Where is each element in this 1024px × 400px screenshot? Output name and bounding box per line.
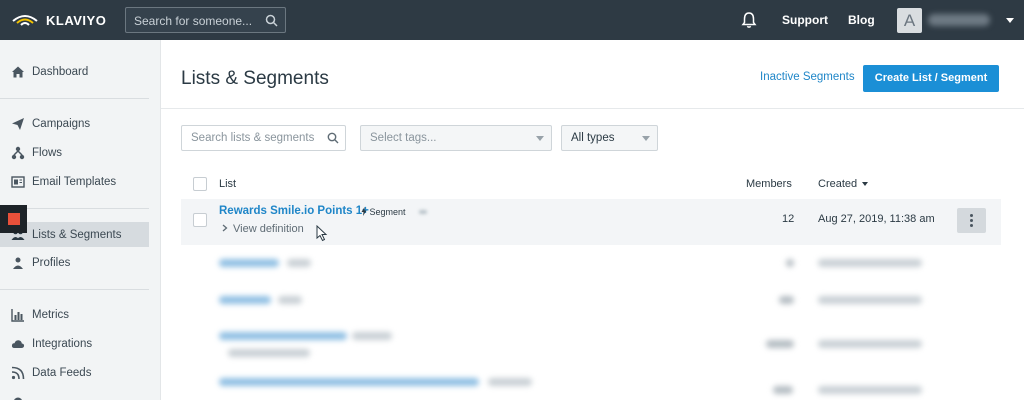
blurred-list-name (219, 332, 347, 340)
sidebar-item-email-templates[interactable]: Email Templates (0, 169, 149, 194)
sidebar-item-partial[interactable] (0, 389, 149, 400)
blurred-members (773, 386, 793, 394)
blurred-tag (287, 259, 311, 267)
paper-plane-icon (12, 117, 24, 130)
created-date: Aug 27, 2019, 11:38 am (818, 213, 935, 225)
sidebar-item-dashboard[interactable]: Dashboard (0, 59, 149, 84)
rss-icon (11, 366, 25, 379)
create-list-segment-button[interactable]: Create List / Segment (863, 65, 999, 92)
search-icon (265, 14, 278, 27)
column-header-list[interactable]: List (219, 178, 236, 190)
brand-name: KLAVIYO (46, 12, 107, 28)
sidebar-item-profiles[interactable]: Profiles (0, 250, 149, 275)
segment-type-tag: Segment (361, 207, 406, 217)
blurred-date (818, 296, 922, 304)
blurred-members (779, 296, 794, 304)
sidebar-item-flows[interactable]: Flows (0, 140, 149, 165)
sidebar-item-campaigns[interactable]: Campaigns (0, 111, 149, 136)
blurred-members (786, 259, 794, 267)
home-icon (12, 66, 24, 77)
sidebar-divider (0, 289, 149, 290)
column-header-members[interactable]: Members (746, 178, 792, 190)
cloud-icon (11, 339, 25, 348)
bar-chart-icon (11, 308, 24, 322)
sidebar-item-label: Lists & Segments (32, 228, 122, 241)
header-divider (161, 108, 1024, 109)
chevron-down-icon (536, 136, 544, 141)
global-search-input[interactable]: Search for someone... (125, 7, 286, 33)
row-checkbox[interactable] (193, 213, 207, 227)
sidebar-item-data-feeds[interactable]: Data Feeds (0, 360, 149, 385)
tag-placeholder (419, 210, 427, 214)
lists-search-placeholder: Search lists & segments (191, 132, 315, 144)
select-all-checkbox[interactable] (193, 177, 207, 191)
sidebar-item-metrics[interactable]: Metrics (0, 302, 149, 327)
sidebar-item-label: Data Feeds (32, 366, 92, 379)
segment-type-label: Segment (369, 207, 406, 217)
account-name-redacted[interactable] (928, 14, 990, 26)
blurred-members (766, 340, 794, 348)
type-select[interactable]: All types (561, 125, 658, 151)
sidebar-item-label: Metrics (32, 308, 70, 321)
chevron-right-icon (222, 224, 228, 232)
list-name-link[interactable]: Rewards Smile.io Points 1+ (219, 205, 369, 217)
kebab-dot (970, 224, 973, 227)
sort-desc-icon (862, 182, 869, 187)
flows-icon (11, 146, 25, 159)
sidebar-item-label: Flows (32, 146, 63, 159)
gear-icon (13, 397, 23, 400)
sidebar-item-label: Integrations (32, 337, 93, 350)
page-title: Lists & Segments (181, 68, 329, 89)
user-avatar[interactable]: A (897, 8, 922, 33)
global-search-placeholder: Search for someone... (134, 14, 253, 28)
tags-select-placeholder: Select tags... (370, 132, 437, 144)
blurred-tag (488, 378, 532, 386)
blurred-date (818, 386, 922, 394)
blurred-date (818, 340, 922, 348)
blurred-tag (352, 332, 392, 340)
blurred-view-definition (228, 349, 310, 357)
column-header-created-label: Created (818, 178, 858, 190)
type-select-value: All types (571, 132, 615, 144)
notifications-bell-icon[interactable] (741, 11, 757, 29)
account-menu-chevron-down-icon[interactable] (1006, 18, 1014, 23)
sidebar-item-label: Dashboard (32, 65, 89, 78)
recording-dot (8, 213, 20, 225)
column-header-created[interactable]: Created (818, 178, 869, 190)
blurred-list-name (219, 378, 479, 386)
search-icon (327, 132, 339, 144)
sidebar-item-label: Profiles (32, 256, 71, 269)
blog-link[interactable]: Blog (848, 13, 875, 27)
profile-icon (13, 257, 23, 269)
view-definition-toggle[interactable]: View definition (222, 223, 304, 235)
lightning-icon (361, 207, 367, 216)
sidebar-divider (0, 98, 149, 99)
blurred-list-name (219, 296, 271, 304)
sidebar-item-label: Email Templates (32, 175, 117, 188)
blurred-tag (278, 296, 302, 304)
lists-search-input[interactable]: Search lists & segments (181, 125, 346, 151)
sidebar-item-integrations[interactable]: Integrations (0, 331, 149, 356)
chevron-down-icon (642, 136, 650, 141)
kebab-dot (970, 219, 973, 222)
members-count: 12 (782, 213, 795, 225)
klaviyo-logo[interactable]: KLAVIYO (10, 9, 106, 31)
blurred-date (818, 259, 922, 267)
view-definition-label: View definition (233, 223, 304, 235)
kebab-dot (970, 214, 973, 217)
support-link[interactable]: Support (782, 13, 828, 27)
recording-indicator-icon[interactable] (0, 205, 27, 233)
blurred-list-name (219, 259, 279, 267)
inactive-segments-link[interactable]: Inactive Segments (760, 71, 855, 83)
email-template-icon (11, 175, 25, 188)
tags-select[interactable]: Select tags... (360, 125, 552, 151)
mouse-cursor-icon (316, 225, 328, 242)
klaviyo-logo-icon (12, 15, 38, 26)
top-navigation-bar: KLAVIYO Search for someone... Support Bl… (0, 0, 1024, 40)
sidebar-item-label: Campaigns (32, 117, 91, 130)
row-actions-menu-button[interactable] (957, 208, 986, 233)
